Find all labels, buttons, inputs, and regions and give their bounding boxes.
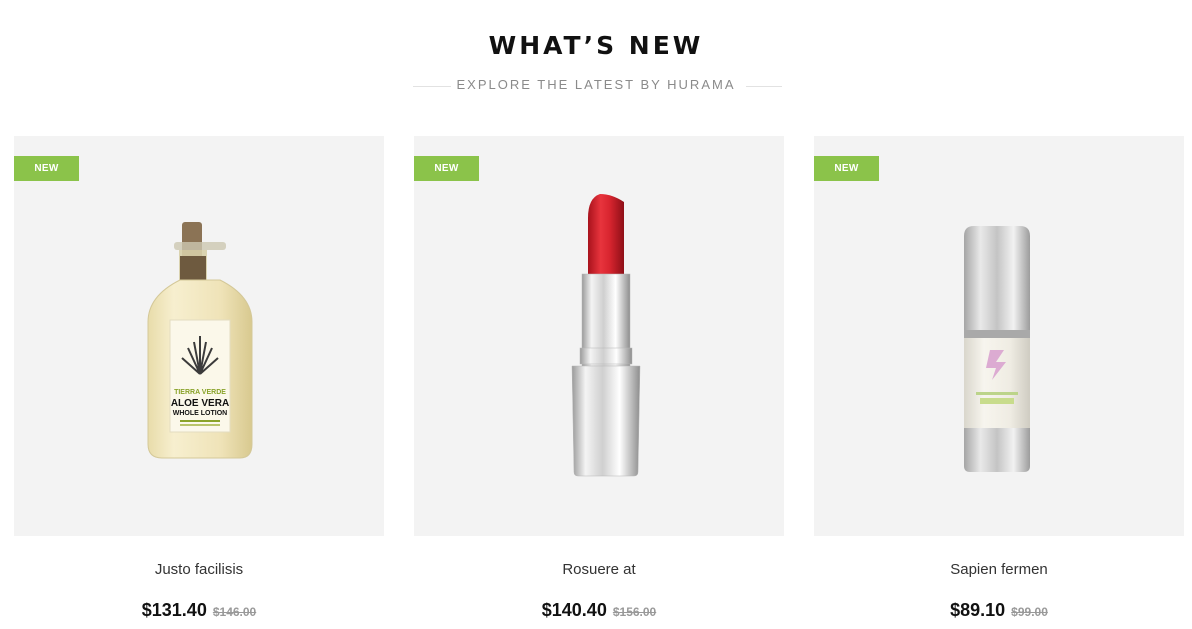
- price-row: $140.40 $156.00: [414, 598, 784, 622]
- red-lipstick-image: [571, 194, 641, 477]
- product-price: $131.40: [141, 600, 207, 620]
- new-badge: NEW: [414, 156, 479, 181]
- product-image-area[interactable]: NEW: [414, 136, 784, 536]
- subtitle-divider-right: [746, 86, 782, 87]
- product-card[interactable]: NEW Rosuere at $140.40 $156.00: [414, 136, 784, 622]
- product-image-area[interactable]: TIERRA VERDE ALOE VERA WHOLE LOTION NEW: [14, 136, 384, 536]
- new-badge: NEW: [14, 156, 79, 181]
- section-subtitle: EXPLORE THE LATEST BY HURAMA: [456, 77, 736, 92]
- label-title-line1: ALOE VERA: [171, 398, 229, 409]
- product-price: $140.40: [541, 600, 607, 620]
- label-title-line2: WHOLE LOTION: [173, 410, 227, 417]
- product-old-price: $146.00: [212, 605, 257, 619]
- product-name[interactable]: Rosuere at: [414, 560, 784, 580]
- price-row: $131.40 $146.00: [14, 598, 384, 622]
- product-old-price: $99.00: [1011, 605, 1048, 619]
- product-old-price: $156.00: [612, 605, 657, 619]
- product-card[interactable]: NEW Sapien fermen $89.10 $99.00: [814, 136, 1184, 622]
- label-brand-text: TIERRA VERDE: [174, 389, 226, 396]
- price-row: $89.10 $99.00: [814, 598, 1184, 622]
- aloe-vera-bottle-image: TIERRA VERDE ALOE VERA WHOLE LOTION: [147, 222, 253, 459]
- new-badge: NEW: [814, 156, 879, 181]
- product-name[interactable]: Sapien fermen: [814, 560, 1184, 580]
- section-title: WHAT’S NEW: [488, 31, 704, 60]
- product-name[interactable]: Justo facilisis: [14, 560, 384, 580]
- product-image-area[interactable]: NEW: [814, 136, 1184, 536]
- whats-new-section: WHAT’S NEW EXPLORE THE LATEST BY HURAMA: [0, 0, 1192, 629]
- product-price: $89.10: [950, 600, 1006, 620]
- serum-bottle-image: [964, 226, 1030, 472]
- section-subtitle-row: EXPLORE THE LATEST BY HURAMA: [0, 76, 1192, 94]
- product-card[interactable]: TIERRA VERDE ALOE VERA WHOLE LOTION NEW …: [14, 136, 384, 622]
